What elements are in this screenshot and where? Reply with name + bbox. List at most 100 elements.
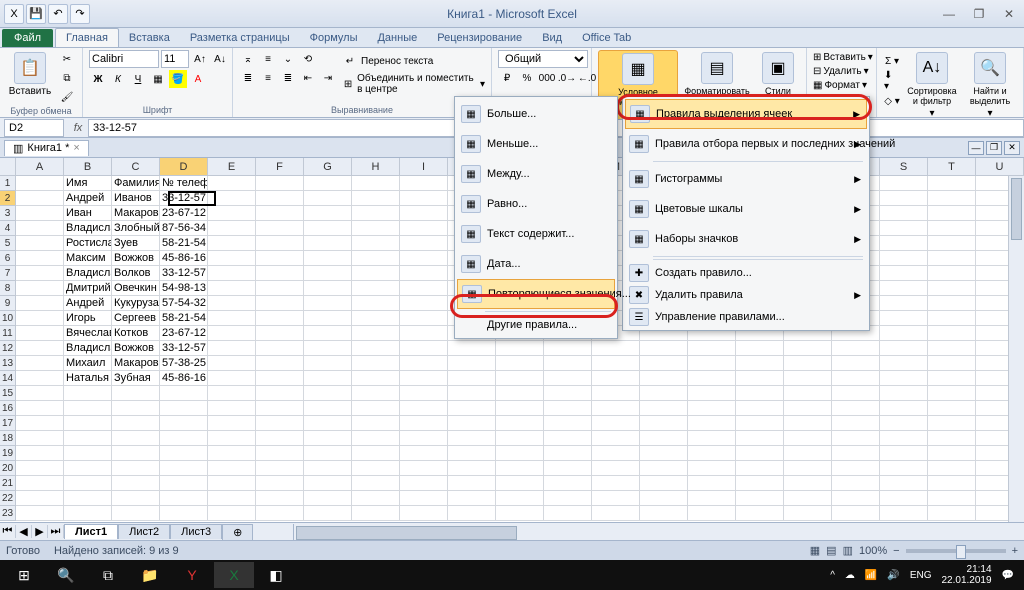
cell[interactable]: Максим [64,251,112,266]
cell[interactable]: 23-67-12 [160,206,208,221]
start-button[interactable]: ⊞ [4,562,44,588]
currency-button[interactable]: ₽ [498,69,516,87]
cell[interactable] [496,461,544,476]
wb-minimize-button[interactable]: — [968,141,984,155]
cell[interactable] [832,491,880,506]
cell[interactable] [352,326,400,341]
tray-volume-icon[interactable]: 🔊 [887,570,899,581]
tray-lang[interactable]: ENG [910,570,932,581]
cell[interactable]: 57-38-25 [160,356,208,371]
cell[interactable] [400,176,448,191]
cell[interactable] [496,491,544,506]
cell[interactable] [880,236,928,251]
indent-dec-button[interactable]: ⇤ [299,69,317,87]
cell[interactable] [496,371,544,386]
sheet-tab-2[interactable]: Лист2 [118,524,170,539]
redo-button[interactable]: ↷ [70,4,90,24]
cell[interactable] [16,266,64,281]
cell[interactable] [208,401,256,416]
cell[interactable] [880,386,928,401]
cell[interactable] [880,431,928,446]
cell[interactable]: Михаил [64,356,112,371]
cell[interactable] [64,476,112,491]
cell[interactable] [640,401,688,416]
cell[interactable] [880,251,928,266]
cell[interactable] [16,236,64,251]
cell[interactable] [304,356,352,371]
cell[interactable] [304,236,352,251]
align-middle-button[interactable]: ≡ [259,50,277,68]
cell[interactable] [16,386,64,401]
file-explorer-icon[interactable]: 📁 [130,562,170,588]
cell[interactable] [784,356,832,371]
cell[interactable] [16,191,64,206]
row-header[interactable]: 8 [0,281,16,296]
percent-button[interactable]: % [518,69,536,87]
cell[interactable]: Вячеслав [64,326,112,341]
cell[interactable] [352,311,400,326]
cell[interactable] [832,446,880,461]
cell[interactable] [688,341,736,356]
row-header[interactable]: 22 [0,491,16,506]
cell[interactable]: Владислав [64,221,112,236]
cell[interactable] [160,476,208,491]
cell[interactable] [448,506,496,521]
undo-button[interactable]: ↶ [48,4,68,24]
cell[interactable] [352,221,400,236]
cell[interactable] [400,386,448,401]
cell[interactable] [544,341,592,356]
cell[interactable] [880,281,928,296]
cell[interactable] [304,461,352,476]
cell[interactable] [256,491,304,506]
inc-decimal-button[interactable]: .0→ [558,69,576,87]
cell[interactable] [784,506,832,521]
cell[interactable] [832,356,880,371]
cell[interactable] [640,386,688,401]
horizontal-scrollbar[interactable] [293,524,1024,540]
fx-button[interactable]: fx [68,122,88,134]
cell[interactable] [352,461,400,476]
view-normal-button[interactable]: ▦ [810,544,820,557]
cell[interactable] [400,281,448,296]
column-header[interactable]: S [880,158,928,175]
cell[interactable] [16,251,64,266]
cell[interactable] [400,446,448,461]
cell[interactable] [16,341,64,356]
cell[interactable] [160,416,208,431]
delete-cells-button[interactable]: ⊟ Удалить ▾ [813,66,869,77]
cell[interactable] [400,221,448,236]
cell[interactable]: Имя [64,176,112,191]
cell[interactable] [304,401,352,416]
cell[interactable] [928,236,976,251]
cell[interactable] [16,416,64,431]
cell[interactable] [16,506,64,521]
row-header[interactable]: 19 [0,446,16,461]
cell[interactable] [112,386,160,401]
zoom-in-button[interactable]: + [1012,545,1018,557]
cell[interactable] [160,446,208,461]
cell[interactable] [736,506,784,521]
cell[interactable] [352,431,400,446]
cell[interactable] [400,356,448,371]
column-header[interactable]: T [928,158,976,175]
new-sheet-button[interactable]: ⊕ [222,524,253,540]
cell[interactable] [400,401,448,416]
cell[interactable]: Макаров [112,356,160,371]
cell[interactable] [400,206,448,221]
file-tab[interactable]: Файл [2,29,53,47]
cell[interactable] [400,236,448,251]
row-header[interactable]: 18 [0,431,16,446]
row-header[interactable]: 4 [0,221,16,236]
cell[interactable] [592,476,640,491]
cell[interactable] [928,386,976,401]
browser-icon[interactable]: Y [172,562,212,588]
cell[interactable] [640,341,688,356]
maximize-button[interactable]: ❐ [964,5,994,23]
cell[interactable] [736,386,784,401]
cell[interactable] [928,461,976,476]
cell[interactable] [304,491,352,506]
cell[interactable] [400,491,448,506]
cell[interactable] [688,401,736,416]
view-break-button[interactable]: ▥ [843,544,853,557]
cell[interactable] [928,356,976,371]
